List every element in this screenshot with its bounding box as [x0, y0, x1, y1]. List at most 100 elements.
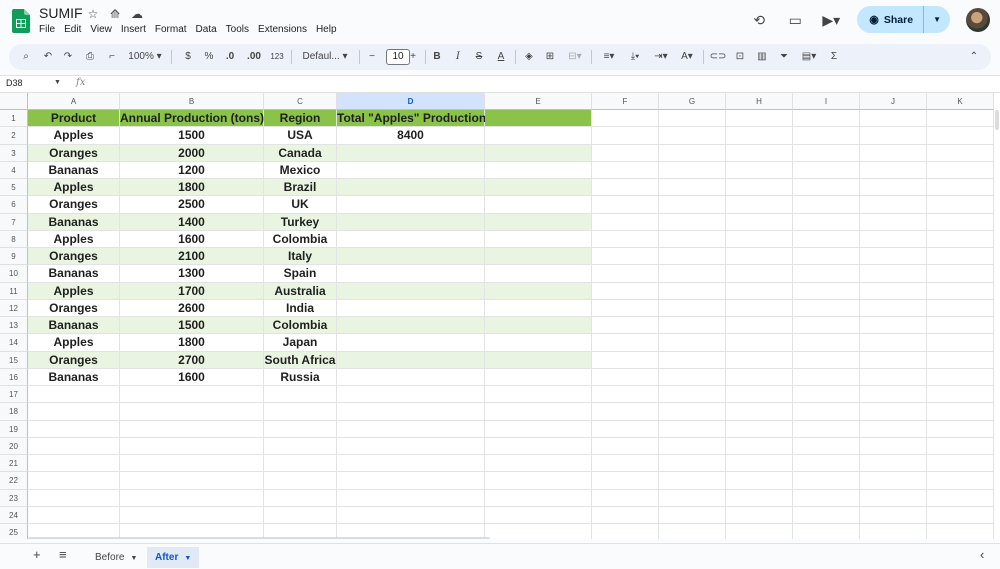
cell-h17[interactable] [726, 386, 793, 404]
cell-k9[interactable] [927, 248, 994, 266]
cell-f24[interactable] [592, 506, 659, 524]
cell-i22[interactable] [793, 472, 860, 490]
row-header[interactable]: 9 [0, 248, 28, 266]
cell-h8[interactable] [726, 230, 793, 248]
cell-c16[interactable]: Russia [264, 368, 337, 386]
add-sheet-icon[interactable]: + [33, 547, 41, 562]
avatar[interactable] [966, 7, 990, 32]
cell-i20[interactable] [793, 437, 860, 455]
menu-edit[interactable]: Edit [64, 24, 81, 35]
text-color-icon[interactable]: A [493, 44, 509, 70]
cell-b17[interactable] [120, 386, 264, 404]
cell-g5[interactable] [659, 179, 726, 197]
all-sheets-icon[interactable]: ≡ [59, 547, 67, 562]
cell-a18[interactable] [28, 403, 120, 421]
bold-icon[interactable]: B [430, 44, 444, 70]
cell-j22[interactable] [860, 472, 927, 490]
cell-f23[interactable] [592, 489, 659, 507]
cell-g1[interactable] [659, 110, 726, 128]
cell-d8[interactable] [337, 230, 485, 248]
meet-video-icon[interactable]: ▶▾ [821, 10, 841, 30]
cell-c20[interactable] [264, 437, 337, 455]
insert-chart-icon[interactable]: ▥ [753, 44, 771, 70]
column-header-b[interactable]: B [120, 93, 264, 110]
cell-c11[interactable]: Australia [264, 282, 337, 300]
row-header[interactable]: 19 [0, 420, 28, 438]
cell-b3[interactable]: 2000 [120, 144, 264, 162]
cell-b2[interactable]: 1500 [120, 127, 264, 145]
cell-k21[interactable] [927, 455, 994, 473]
cell-a8[interactable]: Apples [28, 230, 120, 248]
cell-f9[interactable] [592, 248, 659, 266]
menu-format[interactable]: Format [155, 24, 187, 35]
cell-f17[interactable] [592, 386, 659, 404]
increase-decimal-button[interactable]: .00 [243, 44, 265, 70]
strikethrough-icon[interactable]: S [472, 44, 486, 70]
menu-data[interactable]: Data [196, 24, 217, 35]
menu-extensions[interactable]: Extensions [258, 24, 307, 35]
cell-i13[interactable] [793, 317, 860, 335]
cell-k22[interactable] [927, 472, 994, 490]
cell-g24[interactable] [659, 506, 726, 524]
cell-i6[interactable] [793, 196, 860, 214]
cell-c19[interactable] [264, 420, 337, 438]
cell-j2[interactable] [860, 127, 927, 145]
cell-f25[interactable] [592, 524, 659, 539]
cell-k15[interactable] [927, 351, 994, 369]
cell-j10[interactable] [860, 265, 927, 283]
cell-d1[interactable]: Total "Apples" Production [337, 110, 486, 128]
name-box-dropdown-icon[interactable]: ▼ [54, 79, 61, 86]
cell-f13[interactable] [592, 317, 659, 335]
column-header-i[interactable]: I [793, 93, 860, 110]
cell-e4[interactable] [485, 161, 592, 179]
cell-c24[interactable] [264, 506, 337, 524]
cell-e9[interactable] [485, 248, 592, 266]
cell-k3[interactable] [927, 144, 994, 162]
cell-a3[interactable]: Oranges [28, 144, 120, 162]
cell-e1[interactable] [485, 110, 592, 128]
cell-g15[interactable] [659, 351, 726, 369]
cell-k12[interactable] [927, 299, 994, 317]
sheet-tab-after[interactable]: After ▼ [147, 547, 200, 568]
cell-d9[interactable] [337, 248, 485, 266]
cell-f22[interactable] [592, 472, 659, 490]
cell-c4[interactable]: Mexico [264, 161, 337, 179]
cell-e7[interactable] [485, 213, 592, 231]
cell-d13[interactable] [337, 317, 485, 335]
cell-h23[interactable] [726, 489, 793, 507]
cell-i21[interactable] [793, 455, 860, 473]
cell-g18[interactable] [659, 403, 726, 421]
column-header-c[interactable]: C [264, 93, 337, 110]
cell-a11[interactable]: Apples [28, 282, 120, 300]
cell-f7[interactable] [592, 213, 659, 231]
cell-j13[interactable] [860, 317, 927, 335]
cell-b11[interactable]: 1700 [120, 282, 264, 300]
row-header[interactable]: 7 [0, 213, 28, 231]
cell-e8[interactable] [485, 230, 592, 248]
cell-b18[interactable] [120, 403, 264, 421]
font-select[interactable]: Defaul... ▾ [297, 44, 353, 70]
cell-h4[interactable] [726, 161, 793, 179]
cell-f4[interactable] [592, 161, 659, 179]
version-history-icon[interactable]: ⟲ [749, 10, 769, 30]
cell-e21[interactable] [485, 455, 592, 473]
cell-d10[interactable] [337, 265, 485, 283]
row-header[interactable]: 20 [0, 437, 28, 455]
cell-b6[interactable]: 2500 [120, 196, 264, 214]
cell-b16[interactable]: 1600 [120, 368, 264, 386]
menu-tools[interactable]: Tools [226, 24, 249, 35]
cell-h18[interactable] [726, 403, 793, 421]
cell-d21[interactable] [337, 455, 485, 473]
cell-b7[interactable]: 1400 [120, 213, 264, 231]
cell-h11[interactable] [726, 282, 793, 300]
cell-j9[interactable] [860, 248, 927, 266]
cell-a22[interactable] [28, 472, 120, 490]
cell-k24[interactable] [927, 506, 994, 524]
cell-j23[interactable] [860, 489, 927, 507]
cell-d19[interactable] [337, 420, 485, 438]
cell-g25[interactable] [659, 524, 726, 539]
row-header[interactable]: 12 [0, 299, 28, 317]
cell-c22[interactable] [264, 472, 337, 490]
cell-i12[interactable] [793, 299, 860, 317]
redo-icon[interactable]: ↷ [59, 44, 77, 70]
